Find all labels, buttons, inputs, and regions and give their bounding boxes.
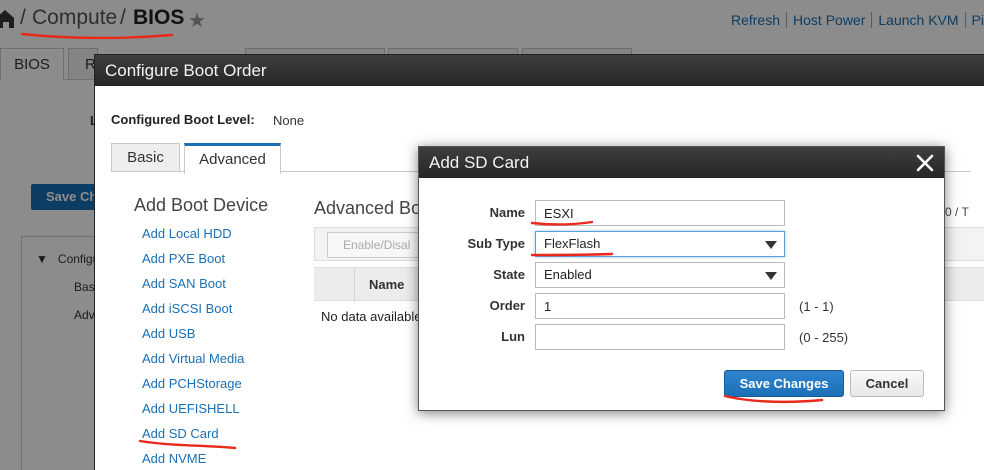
state-value: Enabled — [544, 267, 592, 282]
add-iscsi-boot-link[interactable]: Add iSCSI Boot — [142, 299, 244, 324]
add-sd-card-dialog: Add SD Card Name Sub Type FlexFlash Stat… — [418, 146, 945, 411]
save-changes-button[interactable]: Save Changes — [724, 370, 844, 397]
order-field[interactable] — [535, 293, 785, 319]
grid-empty-text: No data available — [321, 309, 422, 324]
boot-level-value: None — [273, 113, 305, 128]
add-boot-device-list: Add Local HDD Add PXE Boot Add SAN Boot … — [142, 224, 244, 470]
add-usb-link[interactable]: Add USB — [142, 324, 244, 349]
add-uefishell-link[interactable]: Add UEFISHELL — [142, 399, 244, 424]
dialog-title: Configure Boot Order — [95, 55, 984, 86]
tab-basic[interactable]: Basic — [111, 143, 180, 172]
sub-type-value: FlexFlash — [544, 236, 601, 251]
boot-level-label: Configured Boot Level: — [111, 112, 255, 127]
lun-label: Lun — [501, 329, 525, 344]
lun-field[interactable] — [535, 324, 785, 350]
add-san-boot-link[interactable]: Add SAN Boot — [142, 274, 244, 299]
column-name-header[interactable]: Name — [369, 277, 404, 292]
advanced-boot-order-heading: Advanced Bo — [314, 198, 422, 218]
lun-range-hint: (0 - 255) — [799, 330, 849, 345]
caret-down-icon — [765, 272, 777, 280]
add-virtual-media-link[interactable]: Add Virtual Media — [142, 349, 244, 374]
order-label: Order — [489, 298, 525, 313]
cancel-button[interactable]: Cancel — [850, 370, 924, 397]
add-pxe-boot-link[interactable]: Add PXE Boot — [142, 249, 244, 274]
add-local-hdd-link[interactable]: Add Local HDD — [142, 224, 244, 249]
name-field[interactable] — [535, 200, 785, 226]
sub-type-label: Sub Type — [467, 236, 525, 251]
caret-down-icon — [765, 241, 777, 249]
sd-dialog-title: Add SD Card — [429, 153, 530, 172]
name-label: Name — [489, 205, 525, 220]
column-divider — [354, 268, 355, 302]
add-boot-device-heading: Add Boot Device — [134, 195, 269, 215]
add-sd-card-link[interactable]: Add SD Card — [142, 424, 244, 449]
add-pchstorage-link[interactable]: Add PCHStorage — [142, 374, 244, 399]
state-select[interactable]: Enabled — [535, 262, 785, 288]
sd-dialog-body: Name Sub Type FlexFlash State Enabled Or… — [419, 178, 944, 410]
sub-type-select[interactable]: FlexFlash — [535, 231, 785, 257]
close-icon[interactable] — [914, 152, 936, 174]
add-nvme-link[interactable]: Add NVME — [142, 449, 244, 470]
order-range-hint: (1 - 1) — [799, 299, 834, 314]
state-label: State — [493, 267, 525, 282]
tab-advanced[interactable]: Advanced — [184, 143, 281, 174]
sd-dialog-title-bar: Add SD Card — [419, 147, 944, 178]
